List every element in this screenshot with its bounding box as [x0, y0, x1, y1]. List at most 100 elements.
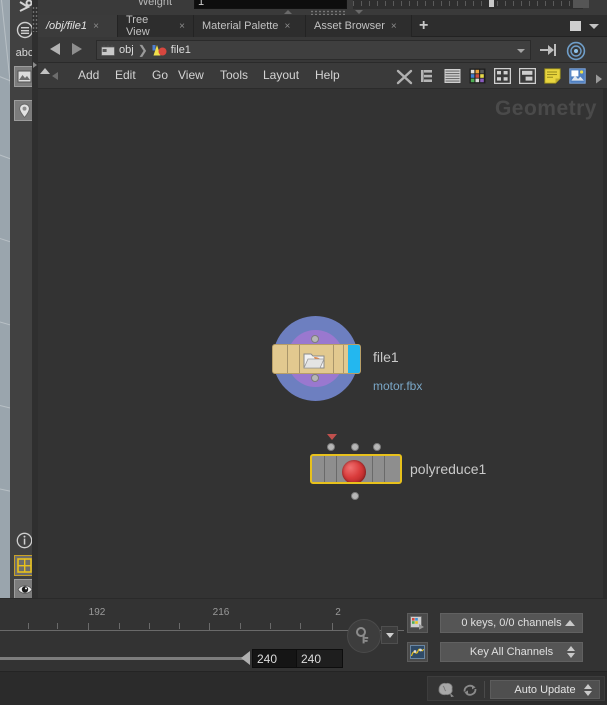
- tab-label: Tree View: [126, 14, 173, 38]
- network-path-bar: obj ❯ file1: [38, 37, 607, 63]
- node-layout-grid-icon[interactable]: [494, 68, 511, 89]
- refresh-recook-icon[interactable]: [461, 682, 479, 703]
- pane-tab-bar: /obj/file1 × Tree View × Material Palett…: [38, 15, 607, 37]
- network-editor-pane: /obj/file1 × Tree View × Material Palett…: [38, 15, 607, 598]
- path-dropdown-chevron-icon[interactable]: [517, 49, 525, 53]
- graph-vertical-scrollbar[interactable]: [603, 89, 607, 598]
- menu-edit[interactable]: Edit: [115, 68, 136, 82]
- animation-curve-icon[interactable]: [407, 642, 428, 662]
- status-divider: [484, 681, 485, 698]
- keys-status-field[interactable]: 0 keys, 0/0 channels: [440, 613, 583, 633]
- abc-label: abc: [16, 47, 34, 59]
- parameter-extra-button[interactable]: [573, 0, 589, 8]
- frame-range-track[interactable]: [0, 657, 245, 660]
- key-mode-select[interactable]: Key All Channels: [440, 642, 583, 662]
- add-tab-icon[interactable]: +: [419, 17, 428, 35]
- weight-label: Weight: [138, 0, 172, 8]
- background-image-icon[interactable]: [569, 68, 586, 89]
- channel-editor-icon[interactable]: [407, 613, 428, 633]
- timeline-tick-label: 2: [335, 607, 341, 618]
- menu-layout[interactable]: Layout: [263, 68, 299, 82]
- node-input-connector-0[interactable]: [327, 443, 335, 451]
- menu-tools[interactable]: Tools: [220, 68, 248, 82]
- node-error-flag-icon[interactable]: [327, 434, 337, 440]
- menu-scroll-left-icon[interactable]: [52, 72, 58, 80]
- tab-close-icon[interactable]: ×: [179, 21, 185, 32]
- weight-slider-handle[interactable]: [489, 0, 494, 7]
- timeline-ruler[interactable]: 192 216 2: [0, 602, 404, 642]
- menu-view[interactable]: View: [178, 68, 204, 82]
- tree-hierarchy-icon[interactable]: [420, 68, 436, 89]
- node-output-connector[interactable]: [351, 492, 359, 500]
- update-mode-spinner-icon[interactable]: [584, 684, 592, 696]
- node-subtitle-file1: motor.fbx: [373, 379, 422, 393]
- timeline-axis: [0, 630, 404, 631]
- maximize-pane-icon[interactable]: [570, 21, 581, 31]
- node-graph-canvas[interactable]: Geometry: [38, 89, 607, 598]
- tab-label: Asset Browser: [314, 20, 385, 32]
- path-separator-icon: ❯: [138, 43, 148, 57]
- update-mode-bar: Auto Update: [427, 676, 605, 701]
- frame-range-handle[interactable]: [241, 651, 250, 665]
- navigate-back-icon[interactable]: [50, 43, 60, 55]
- tab-asset-browser[interactable]: Asset Browser ×: [306, 15, 412, 37]
- weight-slider-ticks: [353, 1, 583, 6]
- shelf-scroll-arrow-icon[interactable]: [33, 62, 37, 68]
- tab-close-icon[interactable]: ×: [284, 21, 290, 32]
- cook-brain-icon[interactable]: [436, 681, 456, 703]
- node-input-connector-1[interactable]: [351, 443, 359, 451]
- geometry-object-icon: [152, 43, 167, 57]
- menu-add[interactable]: Add: [78, 68, 99, 82]
- key-options-chevron-icon[interactable]: [381, 626, 398, 644]
- path-input[interactable]: obj ❯ file1: [96, 40, 531, 60]
- path-crumb-obj[interactable]: obj: [119, 44, 134, 56]
- tab-close-icon[interactable]: ×: [93, 21, 99, 32]
- node-output-connector[interactable]: [311, 374, 319, 382]
- end-frame-input[interactable]: 240: [296, 649, 343, 668]
- update-mode-select[interactable]: Auto Update: [490, 680, 600, 699]
- toolbar-overflow-arrow-icon[interactable]: [594, 71, 604, 89]
- status-bar: Auto Update: [0, 671, 607, 705]
- menu-go[interactable]: Go: [152, 68, 168, 82]
- set-key-button[interactable]: [347, 619, 381, 653]
- path-crumb-file1[interactable]: file1: [171, 44, 191, 56]
- current-frame-input[interactable]: 240: [252, 649, 300, 668]
- keys-status-up-arrow-icon[interactable]: [565, 620, 575, 626]
- node-body[interactable]: [272, 344, 361, 374]
- tools-wrench-icon[interactable]: [396, 68, 414, 91]
- timeline-tick-label: 216: [213, 607, 230, 618]
- menu-help[interactable]: Help: [315, 68, 340, 82]
- node-input-connector-2[interactable]: [373, 443, 381, 451]
- weight-input[interactable]: 1: [194, 0, 347, 9]
- red-sphere-icon: [342, 460, 366, 484]
- tab-label: Material Palette: [202, 20, 278, 32]
- update-mode-label: Auto Update: [514, 684, 575, 696]
- node-input-connector[interactable]: [311, 335, 319, 343]
- key-mode-spinner-icon[interactable]: [567, 646, 575, 658]
- node-body[interactable]: [310, 454, 402, 484]
- network-box-icon[interactable]: [519, 68, 536, 89]
- tab-label: /obj/file1: [46, 20, 87, 32]
- network-menu-bar: Add Edit Go View Tools Layout Help: [38, 63, 607, 89]
- tab-obj-file1[interactable]: /obj/file1 ×: [38, 15, 118, 37]
- jump-to-node-button[interactable]: [538, 41, 560, 64]
- pane-menu-chevron-down-icon[interactable]: [589, 24, 599, 29]
- tab-material-palette[interactable]: Material Palette ×: [194, 15, 306, 37]
- list-lines-icon[interactable]: [444, 68, 461, 89]
- color-palette-icon[interactable]: [469, 68, 486, 89]
- houdini-window: Weight 1: [0, 0, 607, 705]
- node-display-flag[interactable]: [348, 345, 360, 373]
- splitter-up-arrow-icon[interactable]: [284, 10, 292, 14]
- splitter-down-arrow-icon[interactable]: [355, 10, 363, 14]
- keys-status-label: 0 keys, 0/0 channels: [461, 617, 561, 629]
- folder-file-icon: [303, 350, 325, 374]
- timeline-tick-label: 192: [89, 607, 106, 618]
- obj-context-icon: [101, 44, 115, 56]
- weight-slider[interactable]: [353, 0, 583, 9]
- menu-scroll-up-icon[interactable]: [40, 68, 50, 74]
- playbar: 192 216 2 240 240: [0, 598, 607, 705]
- tab-close-icon[interactable]: ×: [391, 21, 397, 32]
- tab-tree-view[interactable]: Tree View ×: [118, 15, 194, 37]
- sticky-note-icon[interactable]: [544, 68, 561, 89]
- navigate-forward-icon[interactable]: [72, 43, 82, 55]
